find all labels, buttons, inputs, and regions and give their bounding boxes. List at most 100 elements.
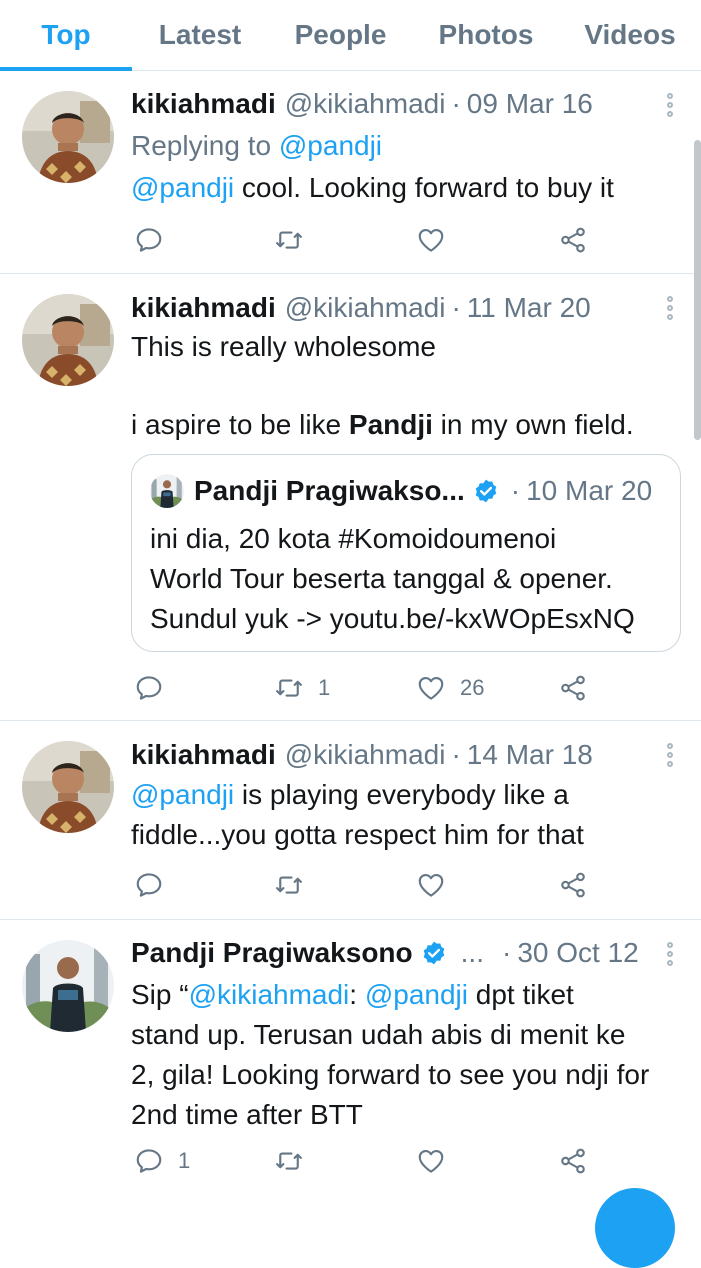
- tweet-actions: 1 26: [131, 668, 611, 708]
- tweet-date[interactable]: 30 Oct 12: [517, 937, 638, 969]
- reply-count: 1: [178, 1148, 191, 1173]
- quoted-display-name: Pandji Pragiwakso...: [194, 475, 465, 506]
- retweet-button[interactable]: [274, 1141, 304, 1181]
- separator-dot: ·: [451, 292, 461, 323]
- tweet-text-content: :: [349, 979, 365, 1010]
- tab-photos-label: Photos: [438, 19, 534, 50]
- reply-button[interactable]: [134, 220, 164, 260]
- retweet-button[interactable]: [274, 220, 304, 260]
- tab-videos-label: Videos: [584, 19, 676, 50]
- display-name[interactable]: kikiahmadi: [131, 88, 276, 120]
- mention-link[interactable]: @pandji: [131, 779, 234, 810]
- retweet-icon: [274, 870, 304, 900]
- tweet[interactable]: kikiahmadi @kikiahmadi · 11 Mar 20 This …: [0, 274, 701, 721]
- replying-to: Replying to @pandji: [131, 126, 686, 166]
- like-icon: [416, 673, 446, 703]
- scrollbar[interactable]: [694, 140, 701, 440]
- tweet-text: Sip “@kikiahmadi: @pandji dpt tiket stan…: [131, 975, 686, 1135]
- tweet-text-line: i aspire to be like Pandji in my own fie…: [131, 405, 686, 445]
- share-button[interactable]: [558, 220, 588, 260]
- quoted-tweet[interactable]: Pandji Pragiwakso... · 10 Mar 20 ini dia…: [131, 454, 681, 652]
- separator-dot: ·: [501, 937, 512, 968]
- tab-people-label: People: [294, 19, 387, 50]
- tweet-actions: 1: [131, 1141, 611, 1181]
- like-button[interactable]: [416, 220, 446, 260]
- reply-icon: [134, 225, 164, 255]
- tab-videos[interactable]: Videos: [559, 0, 701, 70]
- more-icon[interactable]: [660, 942, 680, 978]
- replying-to-label: Replying to: [131, 130, 279, 161]
- mention-link[interactable]: @pandji: [365, 979, 468, 1010]
- separator-dot: ·: [451, 739, 461, 770]
- share-icon: [558, 225, 588, 255]
- tab-top[interactable]: Top: [0, 0, 132, 71]
- reply-icon: [134, 1146, 164, 1176]
- like-icon: [416, 870, 446, 900]
- tweet-text: @pandji cool. Looking forward to buy it: [131, 168, 686, 208]
- tweet-text: @pandji is playing everybody like a fidd…: [131, 775, 686, 855]
- share-icon: [558, 870, 588, 900]
- quoted-date: 10 Mar 20: [526, 475, 653, 506]
- avatar[interactable]: [22, 940, 114, 1032]
- tab-photos[interactable]: Photos: [413, 0, 559, 70]
- like-count: 26: [460, 675, 485, 700]
- display-name[interactable]: Pandji Pragiwaksono: [131, 937, 413, 969]
- compose-tweet-button[interactable]: [595, 1188, 675, 1268]
- mention-link[interactable]: @kikiahmadi: [189, 979, 350, 1010]
- like-button[interactable]: [416, 1141, 446, 1181]
- share-button[interactable]: [558, 1141, 588, 1181]
- tweet-date[interactable]: 14 Mar 18: [467, 739, 593, 771]
- verified-icon: [421, 940, 447, 966]
- like-button[interactable]: [416, 865, 446, 905]
- retweet-button[interactable]: 1: [274, 668, 330, 708]
- avatar[interactable]: [22, 91, 114, 183]
- highlighted-term: Pandji: [348, 409, 433, 440]
- tweet-text-content: Sip “: [131, 979, 189, 1010]
- avatar[interactable]: [22, 741, 114, 833]
- quoted-text: ini dia, 20 kota #Komoidoumenoi World To…: [150, 523, 635, 634]
- tweet-date[interactable]: 09 Mar 16: [467, 88, 593, 120]
- retweet-button[interactable]: [274, 865, 304, 905]
- tab-people[interactable]: People: [268, 0, 413, 70]
- tweet-header: Pandji Pragiwaksono ... · 30 Oct 12: [131, 933, 639, 973]
- display-name[interactable]: kikiahmadi: [131, 739, 276, 771]
- reply-button[interactable]: 1: [134, 1141, 190, 1181]
- retweet-icon: [274, 673, 304, 703]
- reply-icon: [134, 870, 164, 900]
- tweet[interactable]: kikiahmadi @kikiahmadi · 14 Mar 18 @pand…: [0, 721, 701, 920]
- avatar[interactable]: [22, 294, 114, 386]
- share-icon: [558, 673, 588, 703]
- reply-button[interactable]: [134, 668, 164, 708]
- quoted-avatar: [150, 474, 184, 508]
- tweet-text-content: i aspire to be like: [131, 409, 349, 440]
- user-handle: @kikiahmadi: [284, 292, 446, 323]
- tab-top-label: Top: [41, 19, 91, 50]
- tweet[interactable]: kikiahmadi @kikiahmadi · 09 Mar 16 Reply…: [0, 71, 701, 274]
- tweet-text-line: This is really wholesome: [131, 331, 436, 362]
- mention-link[interactable]: @pandji: [131, 172, 234, 203]
- more-icon[interactable]: [660, 743, 680, 779]
- mention-link[interactable]: @pandji: [279, 130, 382, 161]
- user-handle: @kikiahmadi: [284, 88, 446, 119]
- separator-dot: ·: [451, 88, 461, 119]
- user-handle: @kikiahmadi: [284, 739, 446, 770]
- display-name[interactable]: kikiahmadi: [131, 292, 276, 324]
- retweet-icon: [274, 225, 304, 255]
- tweet-actions: [131, 220, 611, 260]
- tweet-header: kikiahmadi @kikiahmadi · 09 Mar 16: [131, 84, 593, 124]
- reply-icon: [134, 673, 164, 703]
- share-button[interactable]: [558, 865, 588, 905]
- tweet-header: kikiahmadi @kikiahmadi · 14 Mar 18: [131, 735, 593, 775]
- quoted-tweet-header: Pandji Pragiwakso... · 10 Mar 20: [150, 473, 652, 509]
- tab-latest[interactable]: Latest: [132, 0, 268, 70]
- like-button[interactable]: 26: [416, 668, 484, 708]
- user-handle-truncated: ...: [460, 937, 484, 968]
- like-icon: [416, 225, 446, 255]
- tweet[interactable]: Pandji Pragiwaksono ... · 30 Oct 12 Sip …: [0, 920, 701, 1200]
- reply-button[interactable]: [134, 865, 164, 905]
- share-button[interactable]: [558, 668, 588, 708]
- retweet-icon: [274, 1146, 304, 1176]
- tweet-text-content: cool. Looking forward to buy it: [234, 172, 614, 203]
- more-icon[interactable]: [660, 93, 680, 129]
- tweet-date[interactable]: 11 Mar 20: [467, 292, 591, 324]
